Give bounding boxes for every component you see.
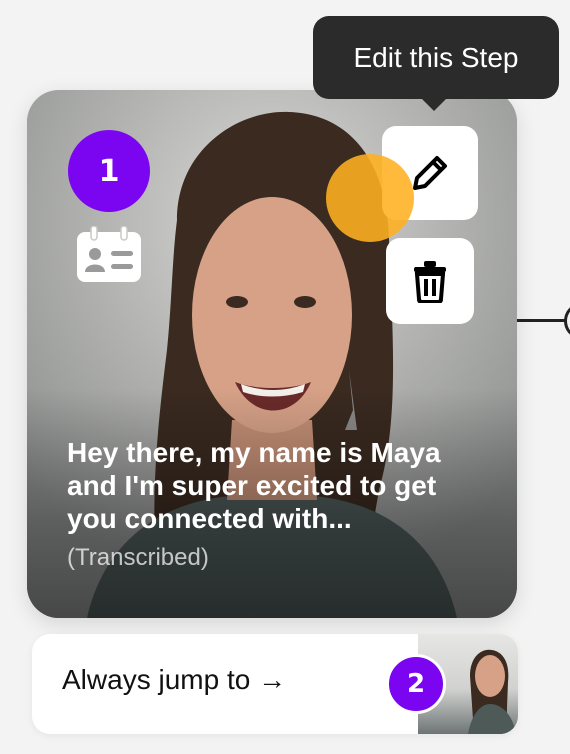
target-step-number-badge: 2 [386,654,446,714]
cursor-click-indicator [326,154,414,242]
edit-step-tooltip: Edit this Step [313,16,559,99]
pencil-icon [413,156,447,190]
step-card[interactable]: 1 Hey there, my name is Maya and I'm sup… [27,90,517,618]
delete-step-button[interactable] [386,238,474,324]
tooltip-arrow [420,97,448,111]
always-jump-label: Always jump to → [62,664,287,695]
transcribed-label: (Transcribed) [67,544,209,571]
transcript-caption: Hey there, my name is Maya and I'm super… [67,437,441,534]
connector-line [515,319,570,322]
step-number-badge: 1 [68,130,150,212]
contact-card-icon [77,225,141,282]
connector-port[interactable] [564,304,570,338]
trash-icon [414,261,446,303]
jump-logic-card[interactable]: Always jump to → 2 [32,634,518,734]
